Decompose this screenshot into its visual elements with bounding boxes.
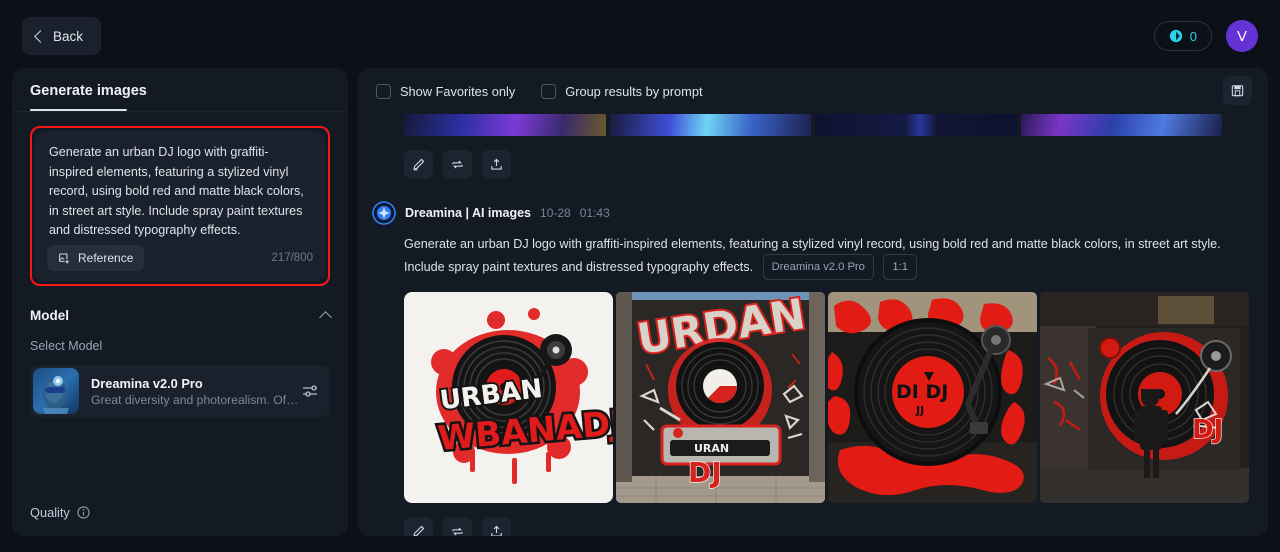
credits-pill[interactable]: 0 xyxy=(1153,21,1212,51)
prompt-input[interactable]: Generate an urban DJ logo with graffiti-… xyxy=(35,131,325,281)
result-image[interactable]: URDAN URAN DJ xyxy=(616,292,825,503)
app-root: Back 0 V Generate images Generate an urb… xyxy=(0,0,1280,552)
svg-text:JJ: JJ xyxy=(915,404,924,417)
export-upload-icon xyxy=(491,158,502,170)
result-source-name: Dreamina | AI images xyxy=(405,206,532,220)
model-section-title: Model xyxy=(30,308,69,323)
regenerate-icon xyxy=(452,160,463,169)
previous-result-actions xyxy=(358,136,1268,179)
result-actions xyxy=(358,503,1268,536)
result-date: 10-28 xyxy=(540,206,571,220)
result-ratio-badge: 1:1 xyxy=(883,254,917,280)
model-thumbnail xyxy=(33,368,79,414)
result-block: Dreamina | AI images 10-28 01:43 Generat… xyxy=(358,179,1268,536)
credits-value: 0 xyxy=(1189,28,1197,44)
avatar-initial: V xyxy=(1236,27,1247,45)
prompt-highlight-box: Generate an urban DJ logo with graffiti-… xyxy=(30,126,330,286)
prompt-footer: Reference 217/800 xyxy=(47,245,313,271)
edit-pencil-icon xyxy=(413,158,425,171)
top-bar: Back 0 V xyxy=(0,0,1280,72)
results-scroll-area[interactable]: Dreamina | AI images 10-28 01:43 Generat… xyxy=(358,114,1268,536)
svg-text:DJ: DJ xyxy=(1192,415,1223,445)
edit-button[interactable] xyxy=(404,150,433,179)
prompt-text: Generate an urban DJ logo with graffiti-… xyxy=(49,145,304,237)
select-model-label: Select Model xyxy=(30,339,103,353)
export-upload-icon xyxy=(491,525,502,536)
strip-thumb[interactable] xyxy=(404,114,606,136)
add-image-icon xyxy=(59,253,69,264)
result-thumbnails: URBAN URBAN WBANADJ URDAN URAN DJ DI DJ … xyxy=(358,280,1268,503)
show-favorites-label: Show Favorites only xyxy=(400,83,516,99)
regenerate-icon xyxy=(452,527,463,536)
sliders-settings-icon[interactable] xyxy=(300,381,320,401)
quality-label: Quality xyxy=(30,505,70,520)
panel-tabs: Generate images xyxy=(12,68,348,109)
result-image[interactable]: DI DJ JJ xyxy=(828,292,1037,503)
credit-coin-icon xyxy=(1169,29,1182,43)
result-model-badge: Dreamina v2.0 Pro xyxy=(762,254,874,280)
info-icon[interactable] xyxy=(77,506,90,519)
show-favorites-checkbox[interactable]: Show Favorites only xyxy=(376,83,516,99)
previous-result-strip[interactable] xyxy=(358,114,1268,136)
reference-button[interactable]: Reference xyxy=(47,245,145,271)
tab-rail xyxy=(12,111,348,112)
archive-button[interactable] xyxy=(1223,76,1252,105)
model-card[interactable]: Dreamina v2.0 Pro Great diversity and ph… xyxy=(30,365,330,417)
generate-panel: Generate images Generate an urban DJ log… xyxy=(12,68,348,536)
char-count: 217/800 xyxy=(271,252,313,264)
export-button[interactable] xyxy=(482,517,511,536)
regenerate-button[interactable] xyxy=(443,150,472,179)
strip-thumb[interactable] xyxy=(609,114,811,136)
back-button[interactable]: Back xyxy=(22,17,102,55)
strip-thumb[interactable] xyxy=(815,114,1017,136)
svg-text:URAN: URAN xyxy=(694,442,729,455)
group-results-label: Group results by prompt xyxy=(565,83,703,99)
svg-text:DJ: DJ xyxy=(688,456,722,489)
model-description: Great diversity and photorealism. Of… xyxy=(91,392,299,407)
model-section-header[interactable]: Model xyxy=(30,308,332,324)
model-name: Dreamina v2.0 Pro xyxy=(91,375,203,391)
back-label: Back xyxy=(53,28,84,44)
checkbox-box[interactable] xyxy=(541,83,557,99)
result-image[interactable]: DJ xyxy=(1040,292,1249,503)
quality-row: Quality xyxy=(30,505,90,520)
result-time: 01:43 xyxy=(579,206,610,220)
result-prompt: Generate an urban DJ logo with graffiti-… xyxy=(358,225,1268,280)
results-panel: Show Favorites only Group results by pro… xyxy=(358,68,1268,536)
tab-generate-images[interactable]: Generate images xyxy=(30,83,147,109)
results-toolbar: Show Favorites only Group results by pro… xyxy=(358,68,1268,114)
reference-label: Reference xyxy=(78,251,134,265)
result-header: Dreamina | AI images 10-28 01:43 xyxy=(358,201,1268,225)
chevron-up-icon[interactable] xyxy=(319,310,332,324)
result-image[interactable]: URBAN URBAN WBANADJ xyxy=(404,292,613,503)
strip-thumb[interactable] xyxy=(1020,114,1222,136)
export-button[interactable] xyxy=(482,150,511,179)
top-bar-right: 0 V xyxy=(1153,20,1258,52)
chevron-left-icon xyxy=(34,30,47,43)
avatar[interactable]: V xyxy=(1226,20,1258,52)
edit-pencil-icon xyxy=(413,525,425,536)
group-results-checkbox[interactable]: Group results by prompt xyxy=(541,83,703,99)
model-meta: Dreamina v2.0 Pro Great diversity and ph… xyxy=(79,376,300,407)
svg-text:DI DJ: DI DJ xyxy=(896,381,948,403)
regenerate-button[interactable] xyxy=(443,517,472,536)
dreamina-logo-icon xyxy=(372,201,396,225)
checkbox-box[interactable] xyxy=(376,83,391,99)
edit-button[interactable] xyxy=(404,517,433,536)
folder-icon xyxy=(1231,85,1244,97)
